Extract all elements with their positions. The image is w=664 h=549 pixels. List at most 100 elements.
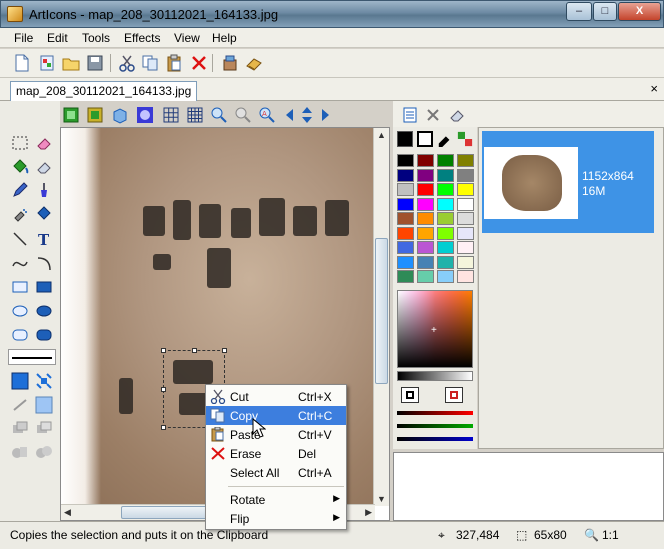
scroll-up-arrow-icon[interactable]: ▲ [377,130,386,140]
move-right-icon[interactable] [314,106,332,124]
context-menu-cut[interactable]: Cut Ctrl+X [206,387,346,406]
color-swatch[interactable] [397,183,414,196]
selection-handle[interactable] [222,348,227,353]
menu-effects[interactable]: Effects [124,31,160,45]
color-swatch[interactable] [437,226,454,240]
menu-tools[interactable]: Tools [82,31,110,45]
brush-preview-black[interactable] [401,387,419,403]
color-swatch[interactable] [437,270,454,283]
menu-edit[interactable]: Edit [47,31,68,45]
selection-handle[interactable] [161,387,166,392]
color-swatch[interactable] [417,197,434,211]
color-swatch[interactable] [437,255,454,269]
color-swatch[interactable] [417,212,434,225]
paste-icon[interactable] [165,54,183,72]
smudge-icon[interactable] [11,396,29,414]
scroll-right-arrow-icon[interactable]: ▶ [365,507,372,518]
color-swatch[interactable] [457,154,474,167]
color-swatch[interactable] [437,241,454,254]
glow-icon[interactable] [136,106,154,124]
color-swatch[interactable] [457,183,474,196]
swap-colors-icon[interactable] [457,131,473,147]
menu-help[interactable]: Help [212,31,237,45]
color-swatch[interactable] [437,154,454,167]
scroll-down-arrow-icon[interactable]: ▼ [377,494,386,504]
vertical-scroll-thumb[interactable] [375,238,388,384]
color-swatch[interactable] [397,212,414,225]
brush-preview-red[interactable] [445,387,463,403]
layer-properties-icon[interactable] [401,106,419,124]
grid-icon[interactable] [162,106,180,124]
3d-box-icon[interactable] [111,106,129,124]
maximize-button[interactable]: □ [593,2,617,21]
context-menu-select-all[interactable]: Select All Ctrl+A [206,463,346,482]
curve-icon[interactable] [11,254,29,272]
color-swatch[interactable] [457,212,474,225]
zoom-out-icon[interactable] [234,106,252,124]
color-swatch[interactable] [417,241,434,254]
menu-file[interactable]: File [14,31,33,45]
fill-bucket-icon[interactable] [11,158,29,176]
color-swatch[interactable] [437,212,454,225]
color-swatch[interactable] [457,226,474,240]
layer-eraser-icon[interactable] [448,106,466,124]
clone-icon[interactable] [35,443,53,461]
line-width-selector[interactable] [8,349,56,365]
delete-icon[interactable] [190,54,208,72]
rounded-rect-icon[interactable] [11,326,29,344]
context-menu-erase[interactable]: Erase Del [206,444,346,463]
color-swatch[interactable] [417,226,434,240]
new-from-clipboard-icon[interactable] [38,54,56,72]
new-document-icon[interactable] [13,54,31,72]
selection-handle[interactable] [192,348,197,353]
color-picker-icon[interactable] [437,131,453,147]
close-button[interactable]: X [618,2,661,21]
solid-fill-icon[interactable] [11,372,29,390]
tab-close-icon[interactable]: × [650,81,658,96]
color-swatch[interactable] [417,270,434,283]
color-swatch[interactable] [417,255,434,269]
color-swatch[interactable] [397,255,414,269]
pencil-icon[interactable] [11,181,29,199]
gradient-icon[interactable] [35,396,53,414]
selection-handle[interactable] [161,425,166,430]
color-swatch[interactable] [457,241,474,254]
arc-icon[interactable] [35,254,53,272]
save-icon[interactable] [86,54,104,72]
layer-delete-icon[interactable] [424,106,442,124]
pattern-fill-icon[interactable] [35,372,53,390]
cut-icon[interactable] [118,54,136,72]
color-swatch[interactable] [437,197,454,211]
copy-icon[interactable] [141,54,159,72]
color-swatch[interactable] [397,241,414,254]
text-tool-icon[interactable]: T [35,230,53,248]
color-swatch[interactable] [417,154,434,167]
crop-selection-icon[interactable] [86,106,104,124]
library-icon[interactable] [221,54,239,72]
book-icon[interactable] [245,54,263,72]
eraser-blue-icon[interactable] [35,158,53,176]
color-swatch[interactable] [397,154,414,167]
open-folder-icon[interactable] [62,54,80,72]
context-menu-paste[interactable]: Paste Ctrl+V [206,425,346,444]
color-swatch[interactable] [397,197,414,211]
color-swatch[interactable] [457,270,474,283]
context-menu-rotate[interactable]: Rotate ▶ [206,490,346,509]
line-icon[interactable] [11,230,29,248]
primary-color-swatch[interactable] [397,131,413,147]
menu-view[interactable]: View [174,31,200,45]
vertical-scrollbar[interactable]: ▲ ▼ [373,128,389,506]
filled-ellipse-icon[interactable] [35,302,53,320]
context-menu-copy[interactable]: Copy Ctrl+C [206,406,346,425]
green-slider[interactable] [397,424,473,428]
filled-rectangle-icon[interactable] [35,278,53,296]
color-swatch[interactable] [417,168,434,182]
filled-rounded-rect-icon[interactable] [35,326,53,344]
color-swatch[interactable] [397,168,414,182]
crop-green-icon[interactable] [62,106,80,124]
shapes-icon[interactable] [11,443,29,461]
color-swatch[interactable] [457,255,474,269]
brush-icon[interactable] [35,181,53,199]
title-bar[interactable]: ArtIcons - map_208_30112021_164133.jpg –… [0,0,664,28]
rectangle-icon[interactable] [11,278,29,296]
